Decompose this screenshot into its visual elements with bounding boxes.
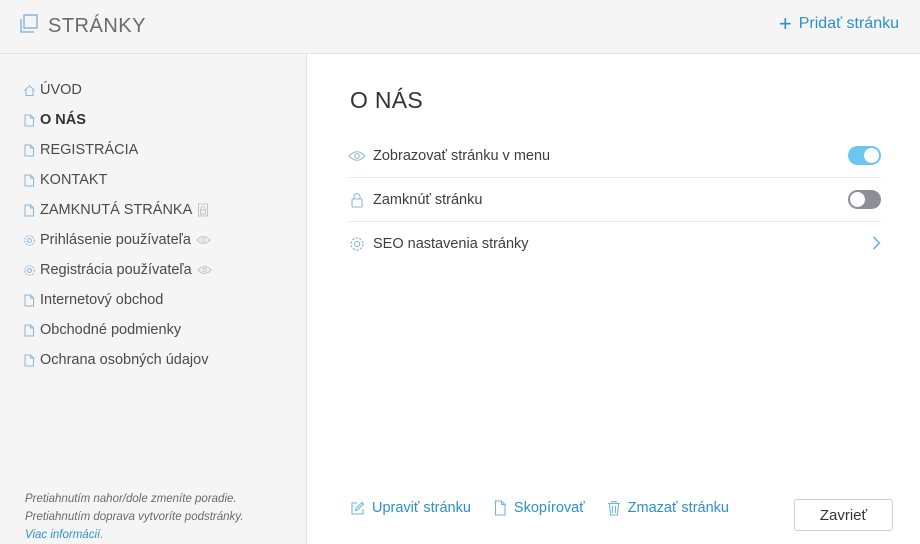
gear-icon [22, 233, 36, 247]
edit-icon [350, 501, 365, 516]
sidebar-item-prihlasenie-pouzivatela[interactable]: Prihlásenie používateľa [22, 225, 212, 255]
copy-page-button[interactable]: Skopírovať [493, 500, 585, 516]
lock-icon [197, 203, 209, 217]
close-button[interactable]: Zavrieť [794, 499, 893, 531]
sidebar-item-label: ÚVOD [40, 82, 82, 98]
show-in-menu-toggle[interactable] [848, 146, 881, 165]
sidebar-item-label: Internetový obchod [40, 292, 164, 308]
sidebar-hint: Pretiahnutím nahor/dole zmeníte poradie.… [25, 490, 243, 544]
header-title-group: STRÁNKY [18, 13, 146, 40]
copy-icon [493, 500, 507, 516]
lock-icon [348, 191, 366, 209]
sidebar-item-label: REGISTRÁCIA [40, 142, 139, 158]
trash-icon [607, 500, 621, 516]
sidebar-item-registracia-pouzivatela[interactable]: Registrácia používateľa [22, 255, 212, 285]
edit-page-button[interactable]: Upraviť stránku [350, 500, 471, 516]
page-icon [22, 203, 36, 217]
toggle-knob [864, 148, 879, 163]
setting-label: SEO nastavenia stránky [373, 236, 529, 252]
sidebar-item-zamknuta-stranka[interactable]: ZAMKNUTÁ STRÁNKA [22, 195, 212, 225]
hint-subpages: Pretiahnutím doprava vytvoríte podstránk… [25, 511, 244, 523]
page-icon [22, 293, 36, 307]
sidebar-item-kontakt[interactable]: KONTAKT [22, 165, 212, 195]
eye-icon [197, 265, 212, 275]
gear-icon [22, 263, 36, 277]
page-detail-title: O NÁS [350, 87, 424, 113]
setting-label: Zamknúť stránku [373, 191, 483, 208]
page-settings-list: Zobrazovať stránku v menu Zamknúť stránk… [348, 134, 881, 266]
toggle-knob [850, 192, 865, 207]
edit-page-label: Upraviť stránku [372, 500, 471, 516]
delete-page-label: Zmazať stránku [627, 500, 729, 516]
sidebar-item-obchodne-podmienky[interactable]: Obchodné podmienky [22, 315, 212, 345]
page-icon [22, 323, 36, 337]
home-icon [22, 83, 36, 97]
copy-page-label: Skopírovať [513, 500, 585, 516]
page-actions: Upraviť stránku Skopírovať Zmazať stránk… [350, 500, 751, 516]
gear-icon [348, 235, 366, 253]
eye-icon [196, 235, 211, 245]
plus-icon: + [778, 11, 792, 36]
hint-reorder: Pretiahnutím nahor/dole zmeníte poradie. [25, 493, 237, 505]
sidebar-item-label: Ochrana osobných údajov [40, 352, 209, 368]
eye-icon [348, 147, 366, 165]
setting-show-in-menu: Zobrazovať stránku v menu [348, 134, 881, 178]
page-icon [22, 113, 36, 127]
sidebar-item-uvod[interactable]: ÚVOD [22, 75, 212, 105]
more-info-link[interactable]: Viac informácií. [25, 526, 243, 544]
sidebar-item-o-nas[interactable]: O NÁS [22, 105, 212, 135]
sidebar-item-label: Prihlásenie používateľa [40, 232, 191, 248]
page-icon [22, 353, 36, 367]
page-detail-panel: O NÁS Zobrazovať stránku v menu Zamknúť … [308, 54, 920, 544]
sidebar-item-label: ZAMKNUTÁ STRÁNKA [40, 202, 193, 218]
page-title: STRÁNKY [48, 15, 146, 37]
add-page-label: Pridať stránku [798, 15, 899, 32]
sidebar-item-label: O NÁS [40, 112, 86, 128]
page-icon [22, 143, 36, 157]
sidebar-item-label: Registrácia používateľa [40, 262, 192, 278]
sidebar-item-internetovy-obchod[interactable]: Internetový obchod [22, 285, 212, 315]
setting-seo[interactable]: SEO nastavenia stránky [348, 222, 881, 266]
sidebar-item-registracia[interactable]: REGISTRÁCIA [22, 135, 212, 165]
setting-lock-page: Zamknúť stránku [348, 178, 881, 222]
header-bar: STRÁNKY + Pridať stránku [0, 0, 920, 54]
delete-page-button[interactable]: Zmazať stránku [607, 500, 729, 516]
add-page-button[interactable]: + Pridať stránku [778, 11, 899, 36]
sidebar: ÚVOD O NÁS REGISTRÁCIA KONTAKT ZAMKNUTÁ … [0, 54, 307, 544]
chevron-right-icon[interactable] [872, 235, 881, 255]
pages-icon [18, 13, 40, 40]
page-icon [22, 173, 36, 187]
sidebar-item-label: Obchodné podmienky [40, 322, 182, 338]
sidebar-item-ochrana-osobnych-udajov[interactable]: Ochrana osobných údajov [22, 345, 212, 375]
sidebar-item-label: KONTAKT [40, 172, 108, 188]
setting-label: Zobrazovať stránku v menu [373, 147, 551, 164]
page-list: ÚVOD O NÁS REGISTRÁCIA KONTAKT ZAMKNUTÁ … [22, 75, 212, 375]
lock-page-toggle[interactable] [848, 190, 881, 209]
